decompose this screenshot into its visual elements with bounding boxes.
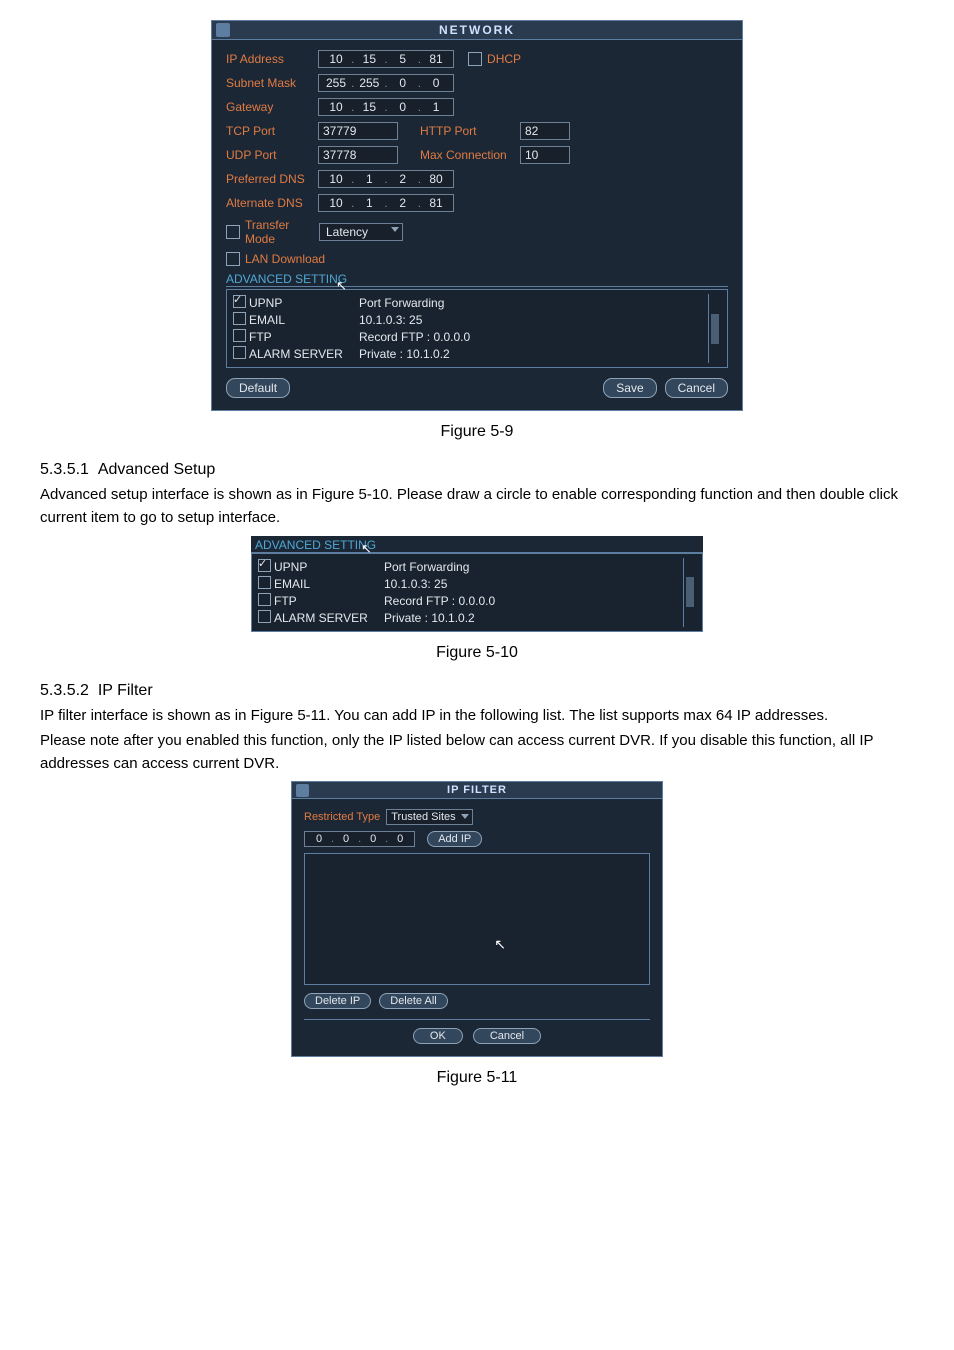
ip-list[interactable]: ↖ (304, 853, 650, 985)
dialog-title-bar: IP FILTER (292, 782, 662, 799)
advanced-setting-header: ADVANCED SETTING ↖ (226, 272, 728, 287)
list-item: EMAIL10.1.0.3: 25 (233, 312, 708, 328)
cursor-icon: ↖ (336, 278, 347, 294)
tcp-port-label: TCP Port (226, 124, 318, 138)
delete-ip-button[interactable]: Delete IP (304, 993, 371, 1009)
email-checkbox[interactable] (258, 576, 271, 589)
udp-port-label: UDP Port (226, 148, 318, 162)
figure-caption: Figure 5-10 (40, 644, 914, 662)
cancel-button[interactable]: Cancel (473, 1028, 541, 1044)
scrollbar[interactable] (708, 294, 721, 363)
upnp-checkbox[interactable] (233, 295, 246, 308)
save-button[interactable]: Save (603, 378, 656, 398)
alternate-dns-label: Alternate DNS (226, 196, 318, 210)
list-item: ALARM SERVERPrivate : 10.1.0.2 (233, 346, 708, 362)
ip-address-field[interactable]: 10. 15. 5. 81 (318, 50, 454, 68)
subnet-label: Subnet Mask (226, 76, 318, 90)
list-item: EMAIL10.1.0.3: 25 (258, 576, 683, 592)
ip-input-field[interactable]: 0. 0. 0. 0 (304, 831, 415, 847)
body-text: Please note after you enabled this funct… (40, 729, 914, 776)
email-checkbox[interactable] (233, 312, 246, 325)
cursor-icon: ↖ (361, 541, 372, 557)
upnp-checkbox[interactable] (258, 559, 271, 572)
gateway-field[interactable]: 10. 15. 0. 1 (318, 98, 454, 116)
ip-filter-icon (296, 784, 309, 797)
section-heading: 5.3.5.2 IP Filter (40, 682, 914, 700)
list-item: UPNPPort Forwarding (258, 559, 683, 575)
default-button[interactable]: Default (226, 378, 290, 398)
alarm-server-checkbox[interactable] (233, 346, 246, 359)
advanced-setting-panel: ADVANCED SETTING ↖ UPNPPort Forwarding E… (251, 536, 703, 632)
lan-download-checkbox[interactable] (226, 252, 240, 266)
ftp-checkbox[interactable] (258, 593, 271, 606)
dialog-title: NETWORK (439, 23, 515, 37)
cancel-button[interactable]: Cancel (665, 378, 728, 398)
ftp-checkbox[interactable] (233, 329, 246, 342)
add-ip-button[interactable]: Add IP (427, 831, 482, 847)
alarm-server-checkbox[interactable] (258, 610, 271, 623)
ok-button[interactable]: OK (413, 1028, 463, 1044)
chevron-down-icon (391, 227, 399, 232)
dialog-title-bar: NETWORK (212, 21, 742, 40)
cursor-icon: ↖ (494, 936, 506, 953)
http-port-field[interactable]: 82 (520, 122, 570, 140)
http-port-label: HTTP Port (420, 124, 520, 138)
delete-all-button[interactable]: Delete All (379, 993, 447, 1009)
checkbox-icon (468, 52, 482, 66)
subnet-field[interactable]: 255. 255. 0. 0 (318, 74, 454, 92)
body-text: IP filter interface is shown as in Figur… (40, 704, 914, 727)
preferred-dns-label: Preferred DNS (226, 172, 318, 186)
transfer-mode-label: Transfer Mode (245, 218, 319, 246)
figure-caption: Figure 5-9 (40, 423, 914, 441)
advanced-list: UPNPPort Forwarding EMAIL10.1.0.3: 25 FT… (226, 289, 728, 368)
restricted-type-label: Restricted Type (304, 811, 380, 823)
advanced-setting-header: ADVANCED SETTING ↖ (251, 536, 703, 553)
gateway-label: Gateway (226, 100, 318, 114)
dialog-title: IP FILTER (447, 784, 507, 796)
alternate-dns-field[interactable]: 10. 1. 2. 81 (318, 194, 454, 212)
section-heading: 5.3.5.1 Advanced Setup (40, 461, 914, 479)
transfer-mode-select[interactable]: Latency (319, 223, 403, 241)
chevron-down-icon (461, 814, 469, 819)
list-item: ALARM SERVERPrivate : 10.1.0.2 (258, 610, 683, 626)
list-item: FTPRecord FTP : 0.0.0.0 (233, 329, 708, 345)
dialog-body: IP Address 10. 15. 5. 81 DHCP Subnet Mas… (212, 40, 742, 410)
preferred-dns-field[interactable]: 10. 1. 2. 80 (318, 170, 454, 188)
ip-filter-dialog: IP FILTER Restricted Type Trusted Sites … (291, 781, 663, 1057)
body-text: Advanced setup interface is shown as in … (40, 483, 914, 530)
ip-address-label: IP Address (226, 52, 318, 66)
list-item: UPNPPort Forwarding (233, 295, 708, 311)
dhcp-checkbox[interactable]: DHCP (468, 52, 521, 66)
figure-caption: Figure 5-11 (40, 1069, 914, 1087)
lan-download-label: LAN Download (245, 252, 325, 266)
transfer-mode-checkbox[interactable] (226, 225, 240, 239)
max-connection-field[interactable]: 10 (520, 146, 570, 164)
scrollbar[interactable] (683, 558, 696, 627)
udp-port-field[interactable]: 37778 (318, 146, 398, 164)
list-item: FTPRecord FTP : 0.0.0.0 (258, 593, 683, 609)
tcp-port-field[interactable]: 37779 (318, 122, 398, 140)
network-dialog: NETWORK IP Address 10. 15. 5. 81 DHCP Su… (211, 20, 743, 411)
max-connection-label: Max Connection (420, 148, 520, 162)
restricted-type-select[interactable]: Trusted Sites (386, 809, 472, 825)
network-icon (216, 23, 230, 37)
